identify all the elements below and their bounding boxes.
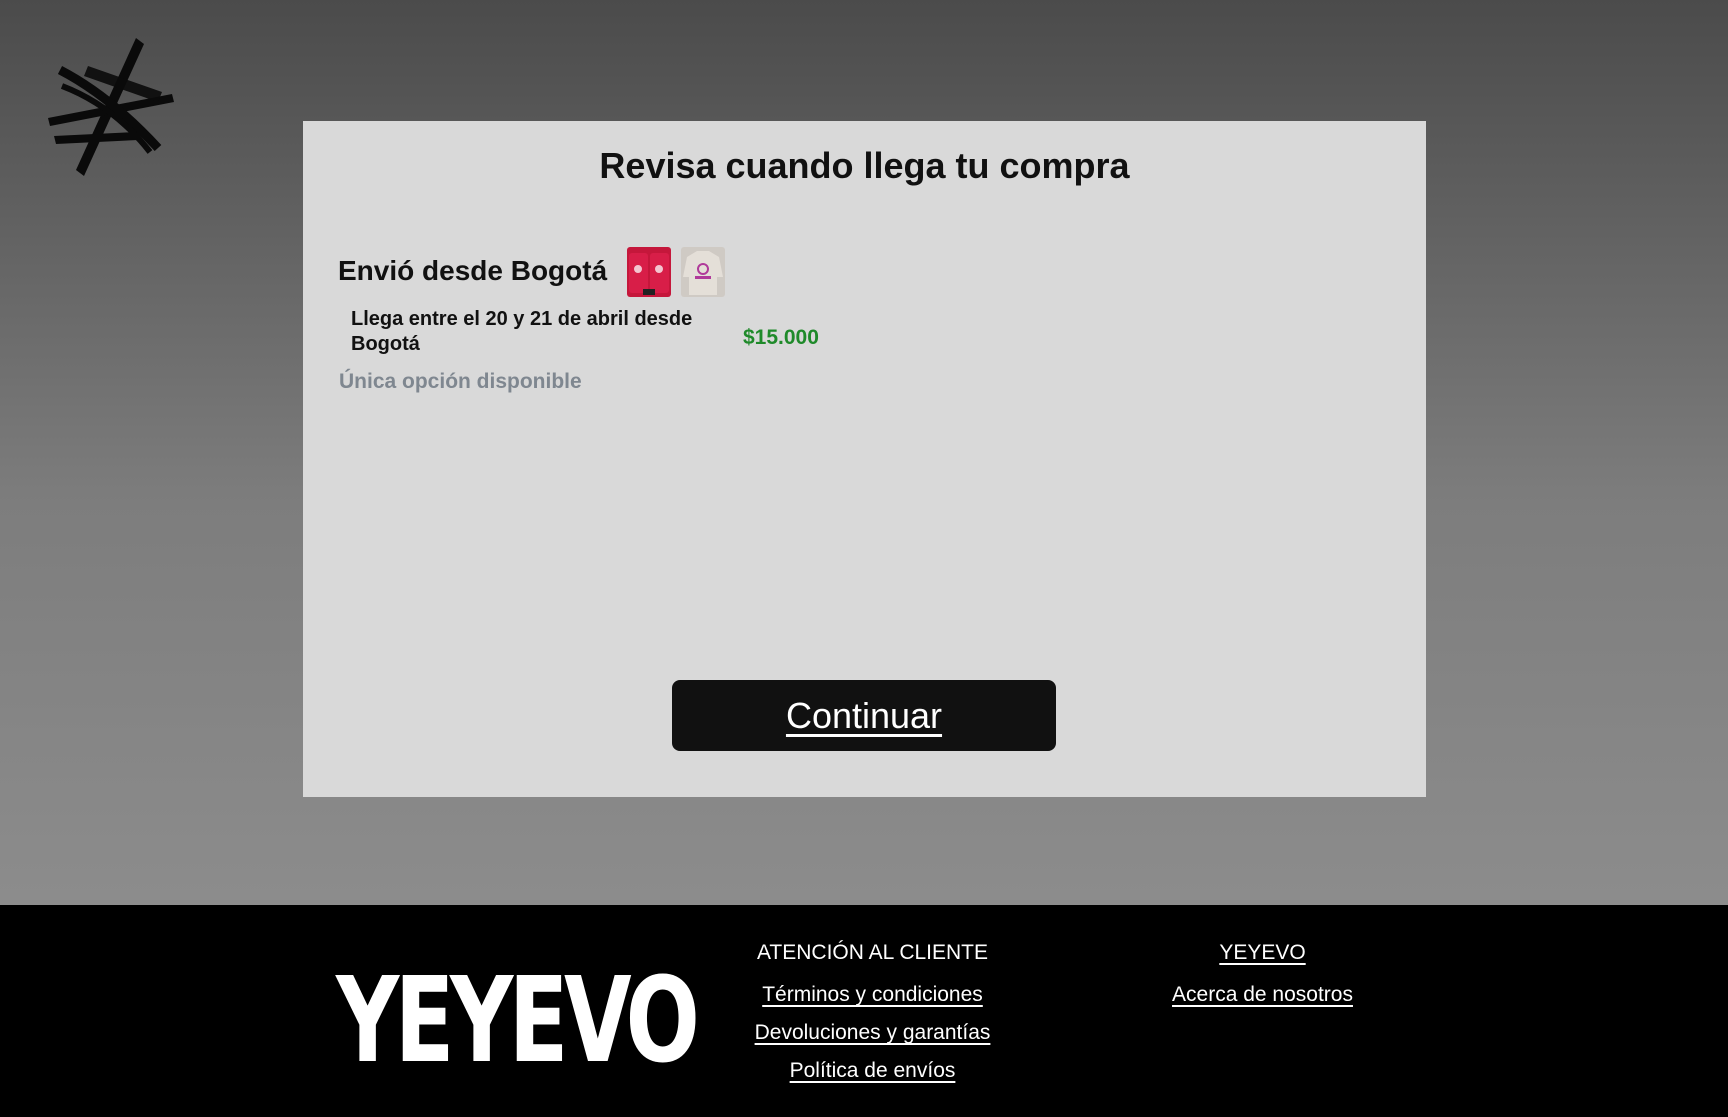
company-heading-link[interactable]: YEYEVO — [1110, 941, 1415, 965]
modal-title: Revisa cuando llega tu compra — [599, 145, 1130, 186]
shipping-origin-heading: Envió desde Bogotá — [338, 255, 608, 286]
shipping-price: $15.000 — [743, 326, 819, 349]
customer-service-heading: ATENCIÓN AL CLIENTE — [756, 941, 989, 964]
product-thumbnails — [627, 247, 725, 297]
footer-brand-logo[interactable]: YEYEVO — [336, 961, 700, 1079]
product-thumbnail-beige-sweater — [681, 247, 725, 297]
shipping-modal: Revisa cuando llega tu compra Envió desd… — [303, 121, 1426, 797]
footer-company: YEYEVO Acerca de nosotros — [1110, 941, 1415, 1021]
returns-link[interactable]: Devoluciones y garantías — [700, 1021, 1045, 1045]
shipping-policy-link[interactable]: Política de envíos — [700, 1059, 1045, 1083]
terms-link[interactable]: Términos y condiciones — [700, 983, 1045, 1007]
arrival-estimate: Llega entre el 20 y 21 de abril desde Bo… — [351, 308, 693, 355]
availability-note: Única opción disponible — [339, 370, 582, 393]
about-us-link[interactable]: Acerca de nosotros — [1110, 983, 1415, 1007]
continue-button[interactable]: Continuar — [672, 680, 1056, 751]
footer-customer-service: ATENCIÓN AL CLIENTE Términos y condicion… — [700, 941, 1045, 1097]
brand-logo-icon[interactable] — [40, 36, 176, 180]
product-thumbnail-red-shirts — [627, 247, 671, 297]
site-footer: YEYEVO ATENCIÓN AL CLIENTE Términos y co… — [0, 905, 1728, 1117]
